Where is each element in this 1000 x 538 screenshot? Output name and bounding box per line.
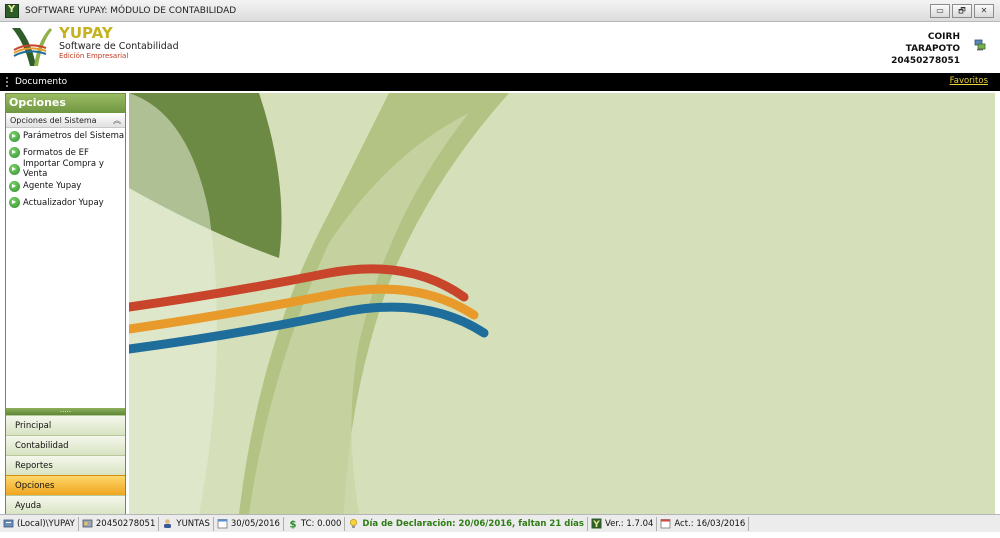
svg-text:Y: Y bbox=[592, 520, 600, 529]
yupay-logo-icon bbox=[10, 26, 52, 68]
status-user-text: YUNTAS bbox=[176, 518, 210, 529]
go-arrow-icon bbox=[9, 180, 20, 192]
go-arrow-icon bbox=[9, 147, 20, 159]
company-icon bbox=[82, 519, 93, 528]
window-title: SOFTWARE YUPAY: MÓDULO DE CONTABILIDAD bbox=[25, 5, 237, 16]
sidebar-item-actualizador[interactable]: Actualizador Yupay bbox=[6, 194, 125, 211]
close-button[interactable]: ✕ bbox=[974, 4, 994, 18]
menu-documento[interactable]: Documento bbox=[15, 77, 67, 87]
yupay-background-graphic bbox=[129, 93, 995, 514]
status-updated: Act.: 16/03/2016 bbox=[657, 516, 750, 531]
status-date-text: 30/05/2016 bbox=[230, 518, 280, 529]
status-declaration-text: Día de Declaración: 20/06/2016, faltan 2… bbox=[362, 518, 584, 529]
network-computer-icon[interactable] bbox=[974, 39, 986, 51]
company-name: COIRH bbox=[927, 32, 960, 42]
sidebar-item-label: Formatos de EF bbox=[23, 147, 89, 158]
status-ruc: 20450278051 bbox=[79, 516, 160, 531]
sidebar-item-label: Parámetros del Sistema bbox=[23, 131, 125, 142]
database-server-icon bbox=[3, 519, 14, 528]
status-tc: $ TC: 0.000 bbox=[284, 516, 346, 531]
brand-edition: Edición Empresarial bbox=[59, 52, 129, 60]
status-tc-text: TC: 0.000 bbox=[300, 518, 342, 529]
sidebar-item-label: Importar Compra y Venta bbox=[23, 159, 104, 180]
go-arrow-icon bbox=[9, 163, 20, 175]
window-titlebar: SOFTWARE YUPAY: MÓDULO DE CONTABILIDAD ▭… bbox=[0, 0, 1000, 22]
status-declaration: Día de Declaración: 20/06/2016, faltan 2… bbox=[345, 516, 588, 531]
status-bar: (Local)\YUPAY 20450278051 YUNTAS 30/05/2… bbox=[0, 514, 1000, 532]
minimize-button[interactable]: ▭ bbox=[930, 4, 950, 18]
brand-block: YUPAY Software de Contabilidad Edición E… bbox=[59, 26, 179, 61]
nav-ayuda[interactable]: Ayuda bbox=[6, 495, 125, 515]
status-date: 30/05/2016 bbox=[214, 516, 284, 531]
app-logo-icon bbox=[5, 3, 19, 18]
options-group-label: Opciones del Sistema bbox=[10, 115, 97, 125]
menu-bar: Documento Favoritos bbox=[0, 73, 1000, 91]
status-user: YUNTAS bbox=[159, 516, 214, 531]
menu-grip-icon bbox=[6, 77, 8, 87]
nav-opciones[interactable]: Opciones bbox=[6, 475, 125, 495]
status-ruc-text: 20450278051 bbox=[95, 518, 156, 529]
calendar-icon bbox=[217, 519, 228, 529]
status-server-text: (Local)\YUPAY bbox=[17, 518, 75, 529]
window-controls: ▭ 🗗 ✕ bbox=[930, 4, 994, 18]
company-city: TARAPOTO bbox=[905, 44, 960, 54]
favoritos-link[interactable]: Favoritos bbox=[950, 76, 988, 86]
calendar-update-icon bbox=[660, 519, 671, 529]
options-sidebar: Opciones Opciones del Sistema ︽ Parámetr… bbox=[5, 93, 126, 515]
status-version-text: Ver.: 1.7.04 bbox=[604, 518, 654, 529]
options-group-header[interactable]: Opciones del Sistema ︽ bbox=[6, 113, 125, 128]
user-icon bbox=[164, 519, 172, 528]
status-updated-text: Act.: 16/03/2016 bbox=[674, 518, 746, 529]
dollar-icon: $ bbox=[289, 520, 296, 530]
collapse-chevron-icon[interactable]: ︽ bbox=[113, 115, 121, 126]
company-info: COIRH TARAPOTO 20450278051 bbox=[891, 31, 960, 67]
yupay-version-icon: Y bbox=[591, 518, 602, 529]
nav-principal[interactable]: Principal bbox=[6, 415, 125, 435]
svg-text:$: $ bbox=[289, 520, 296, 530]
sidebar-item-importar[interactable]: Importar Compra y Venta bbox=[6, 159, 125, 180]
brand-subtitle: Software de Contabilidad bbox=[59, 41, 179, 52]
sidebar-splitter[interactable]: ..... bbox=[6, 407, 125, 415]
company-ruc: 20450278051 bbox=[891, 56, 960, 66]
go-arrow-icon bbox=[9, 130, 20, 142]
sidebar-item-label: Agente Yupay bbox=[23, 181, 82, 192]
nav-contabilidad[interactable]: Contabilidad bbox=[6, 435, 125, 455]
main-canvas bbox=[129, 93, 995, 514]
sidebar-item-parametros[interactable]: Parámetros del Sistema bbox=[6, 128, 125, 145]
sidebar-item-label: Actualizador Yupay bbox=[23, 197, 104, 208]
status-server: (Local)\YUPAY bbox=[0, 516, 79, 531]
restore-button[interactable]: 🗗 bbox=[952, 4, 972, 18]
nav-reportes[interactable]: Reportes bbox=[6, 455, 125, 475]
app-header: YUPAY Software de Contabilidad Edición E… bbox=[0, 23, 1000, 72]
status-version: Y Ver.: 1.7.04 bbox=[588, 516, 658, 531]
go-arrow-icon bbox=[9, 197, 20, 209]
lightbulb-icon bbox=[350, 518, 358, 528]
sidebar-title: Opciones bbox=[6, 94, 125, 113]
sidebar-item-agente[interactable]: Agente Yupay bbox=[6, 178, 125, 195]
brand-name: YUPAY bbox=[59, 24, 113, 42]
